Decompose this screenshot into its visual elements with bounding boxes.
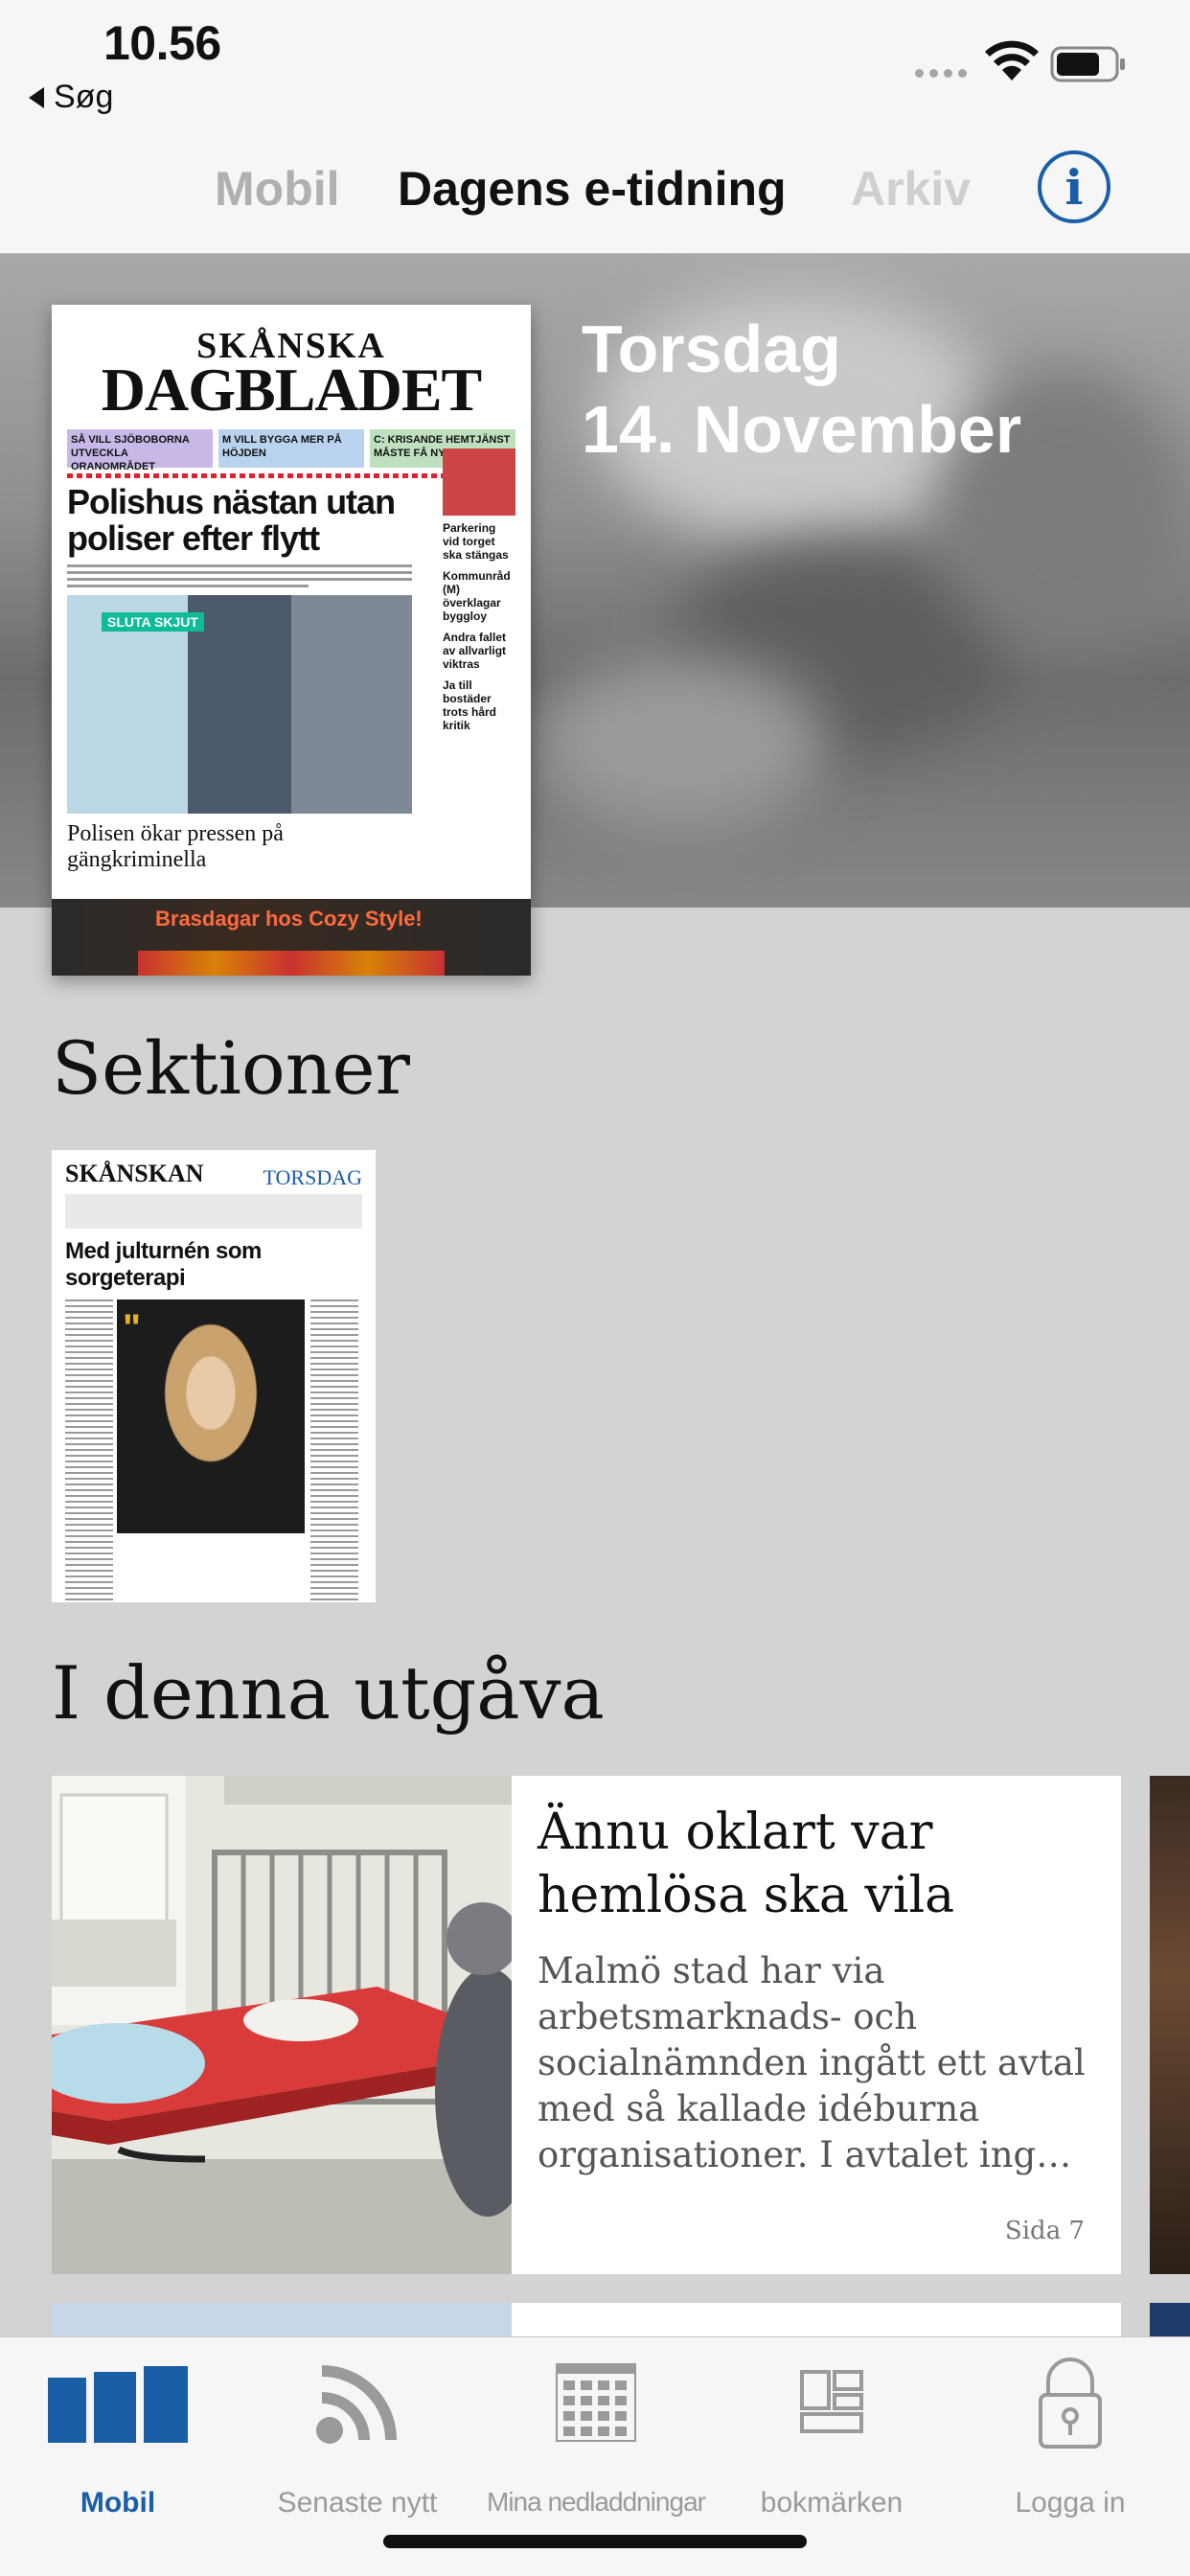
tab-bar-label: Logga in xyxy=(1015,2487,1126,2518)
tab-bar-logga-in[interactable]: Logga in xyxy=(955,2347,1185,2519)
article-image xyxy=(52,1776,512,2274)
tab-bar-mina-nedladdningar[interactable]: Mina nedladdningar xyxy=(481,2347,711,2518)
tab-bar-label: Senaste nytt xyxy=(277,2487,438,2518)
cover-sidebar: Parkering vid torget ska stängas Kommunr… xyxy=(443,448,515,740)
article-card-peek-right[interactable] xyxy=(1150,2303,1190,2341)
tab-bar-senaste-nytt[interactable]: Senaste nytt xyxy=(242,2347,472,2519)
newspaper-columns-icon xyxy=(48,2366,188,2443)
sections-heading: Sektioner xyxy=(52,1025,410,1111)
next-article-card-peek[interactable] xyxy=(1150,1776,1190,2274)
article-card[interactable]: Ännu oklart var hemlösa ska vila Malmö s… xyxy=(52,1776,1121,2274)
article-page-number: Sida 7 xyxy=(1004,2217,1085,2245)
section-tag: TORSDAG xyxy=(263,1165,362,1189)
todays-edition-cover[interactable]: SKÅNSKA DAGBLADET SÅ VILL SJÖBOBORNA UTV… xyxy=(52,305,531,976)
article-card-peek[interactable] xyxy=(52,2303,1121,2341)
cover-subhead: Polisen ökar pressen på gängkriminella xyxy=(67,820,284,872)
section-headline: Med julturnén som sorgeterapi xyxy=(65,1238,262,1291)
tab-bar-label: bokmärken xyxy=(760,2487,904,2518)
cover-masthead: SKÅNSKA DAGBLADET xyxy=(101,326,482,425)
battery-icon xyxy=(1050,46,1125,82)
cover-headline: Polishus nästan utan poliser efter flytt xyxy=(67,481,396,558)
lock-icon xyxy=(1039,2358,1102,2449)
tab-bar-bokmarken[interactable]: bokmärken xyxy=(717,2347,947,2519)
cover-advert: Brasdagar hos Cozy Style! xyxy=(52,899,531,976)
back-triangle-icon xyxy=(29,86,44,108)
issue-date: Torsdag 14. November xyxy=(582,309,1021,470)
tab-arkiv[interactable]: Arkiv xyxy=(851,161,975,217)
tab-bar-mobil[interactable]: Mobil xyxy=(3,2347,233,2519)
section-thumbnail[interactable]: SKÅNSKAN TORSDAG Med julturnén som sorge… xyxy=(52,1150,376,1602)
tab-dagens-e-tidning[interactable]: Dagens e-tidning xyxy=(398,161,787,217)
home-indicator[interactable] xyxy=(383,2535,807,2548)
cellular-signal-icon xyxy=(915,69,967,78)
top-tab-bar: Mobil Dagens e-tidning Arkiv i xyxy=(0,134,1190,254)
rss-feed-icon xyxy=(316,2365,397,2444)
back-to-app-button[interactable]: Søg xyxy=(29,79,113,116)
tab-bar-label: Mobil xyxy=(80,2487,156,2518)
back-app-label: Søg xyxy=(54,79,114,115)
in-this-issue-heading: I denna utgåva xyxy=(52,1650,605,1736)
tab-mobil[interactable]: Mobil xyxy=(215,161,340,217)
wifi-icon xyxy=(985,40,1039,80)
issue-day: Torsdag xyxy=(582,311,841,386)
downloads-grid-icon xyxy=(556,2363,636,2442)
status-bar: 10.56 Søg xyxy=(0,0,1190,134)
section-photo xyxy=(117,1300,305,1533)
cover-photo: SLUTA SKJUT xyxy=(67,594,412,814)
bookmarks-layout-icon xyxy=(800,2370,863,2433)
issue-date-label: 14. November xyxy=(582,392,1022,467)
status-time: 10.56 xyxy=(103,16,221,70)
tab-bar-label: Mina nedladdningar xyxy=(487,2487,706,2517)
article-title: Ännu oklart var hemlösa ska vila xyxy=(538,1804,955,1924)
article-summary: Malmö stad har via arbetsmarknads- och s… xyxy=(538,1950,1086,2175)
info-icon[interactable]: i xyxy=(1038,150,1110,223)
